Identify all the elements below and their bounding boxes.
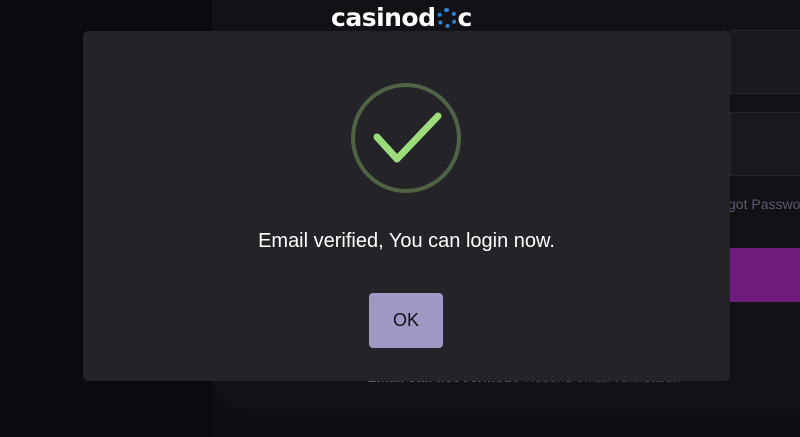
login-button[interactable] — [730, 248, 800, 302]
forgot-password-link[interactable]: got Passwo — [728, 196, 800, 212]
checkmark-success-icon — [351, 83, 461, 193]
logo-text-left: casinod — [331, 2, 436, 32]
email-field[interactable] — [730, 30, 800, 94]
ok-button[interactable]: OK — [369, 293, 443, 348]
logo-chip-icon — [436, 8, 457, 28]
success-message: Email verified, You can login now. — [258, 230, 555, 252]
page: casinodc got Passwo Email still not veri… — [0, 0, 800, 437]
success-modal: Email verified, You can login now. OK — [83, 31, 730, 381]
password-field[interactable] — [730, 112, 800, 176]
logo-text-right: c — [457, 2, 473, 32]
casinodoc-logo[interactable]: casinod c — [331, 2, 472, 32]
